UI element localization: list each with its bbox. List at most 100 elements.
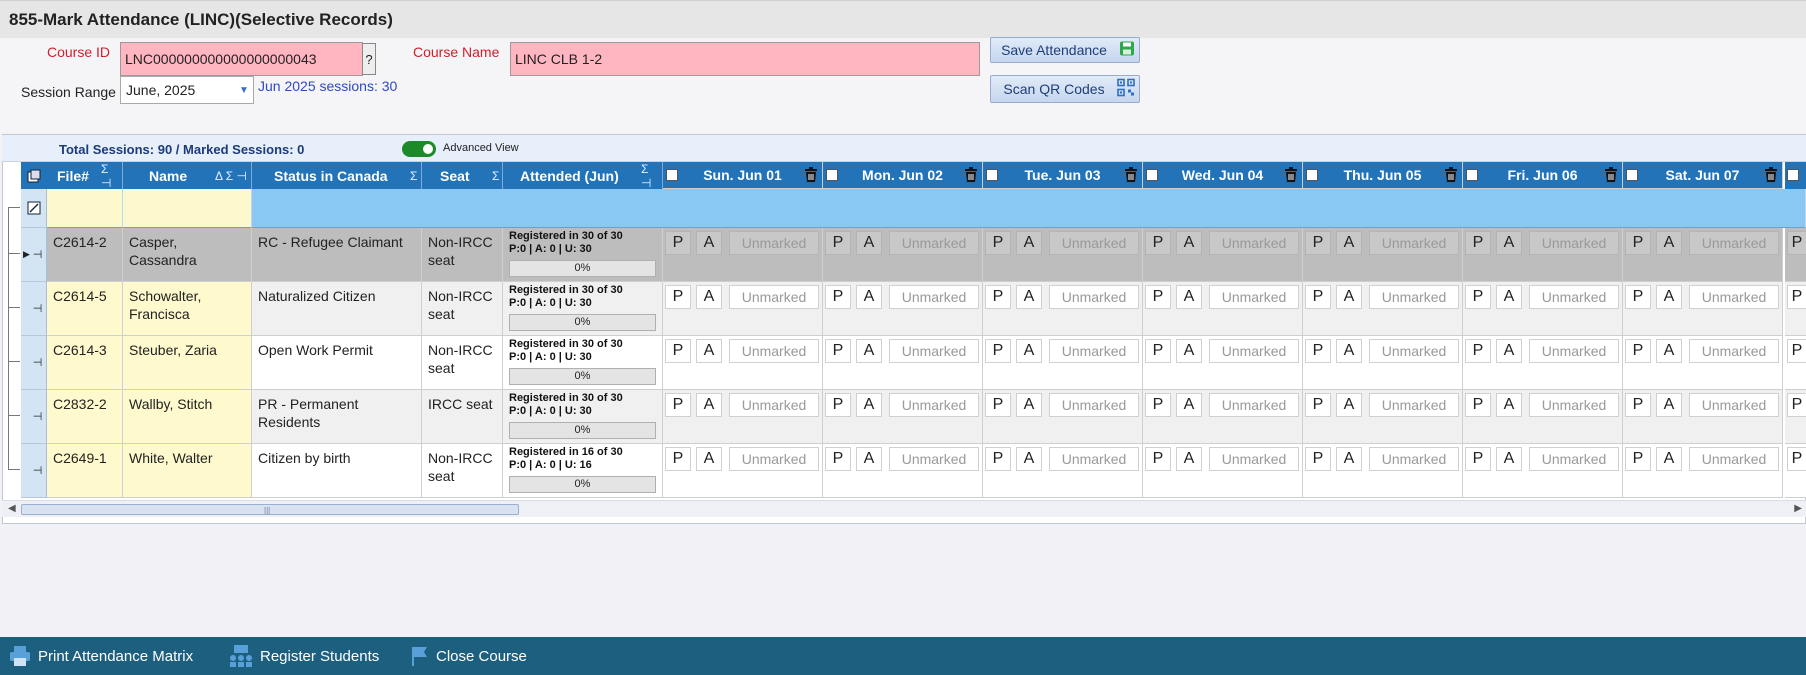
unmarked-button[interactable]: Unmarked <box>1529 339 1619 363</box>
unmarked-button[interactable]: Unmarked <box>889 285 979 309</box>
unmarked-button[interactable]: Unmarked <box>1689 393 1779 417</box>
present-button[interactable]: P <box>825 339 851 363</box>
scroll-left-icon[interactable]: ◀ <box>8 503 16 514</box>
absent-button[interactable]: A <box>1656 393 1682 417</box>
column-header-attended[interactable]: Attended (Jun) Σ ⊣ <box>503 162 663 190</box>
sigma-pin-icon[interactable]: Σ ⊣ <box>641 162 662 190</box>
column-header-next-day[interactable] <box>1785 162 1806 189</box>
trash-icon[interactable] <box>1764 167 1778 186</box>
present-button[interactable]: P <box>1787 339 1806 363</box>
trash-icon[interactable] <box>1604 167 1618 186</box>
cell-file[interactable]: C2832-2 <box>47 390 123 444</box>
column-header-seat[interactable]: Seat Σ <box>422 162 503 189</box>
row-indicator[interactable]: ⊣ <box>21 390 47 444</box>
column-header-day[interactable]: Sun. Jun 01 <box>663 162 823 189</box>
column-header-day[interactable]: Fri. Jun 06 <box>1463 162 1623 189</box>
cell-seat[interactable]: Non-IRCC seat <box>422 444 503 498</box>
present-button[interactable]: P <box>825 393 851 417</box>
cell-status[interactable]: Open Work Permit <box>252 336 422 390</box>
present-button[interactable]: P <box>1625 231 1651 255</box>
cell-name[interactable]: Steuber, Zaria <box>123 336 252 390</box>
day-select-checkbox[interactable] <box>666 169 678 181</box>
pin-icon[interactable]: ⊣ <box>33 302 43 315</box>
day-select-checkbox[interactable] <box>1146 169 1158 181</box>
filter-name[interactable] <box>123 189 252 228</box>
unmarked-button[interactable]: Unmarked <box>1209 447 1299 471</box>
day-select-checkbox[interactable] <box>1466 169 1478 181</box>
unmarked-button[interactable]: Unmarked <box>889 393 979 417</box>
present-button[interactable]: P <box>1625 393 1651 417</box>
unmarked-button[interactable]: Unmarked <box>1689 285 1779 309</box>
cell-seat[interactable]: IRCC seat <box>422 390 503 444</box>
absent-button[interactable]: A <box>1656 339 1682 363</box>
present-button[interactable]: P <box>665 339 691 363</box>
unmarked-button[interactable]: Unmarked <box>1689 231 1779 255</box>
present-button[interactable]: P <box>985 231 1011 255</box>
unmarked-button[interactable]: Unmarked <box>729 231 819 255</box>
present-button[interactable]: P <box>1465 285 1491 309</box>
course-id-field[interactable]: LNC000000000000000000043 <box>120 42 363 76</box>
chevron-down-icon[interactable]: ▼ <box>237 77 251 103</box>
unmarked-button[interactable]: Unmarked <box>1369 447 1459 471</box>
absent-button[interactable]: A <box>1336 231 1362 255</box>
absent-button[interactable]: A <box>1176 339 1202 363</box>
absent-button[interactable]: A <box>696 393 722 417</box>
present-button[interactable]: P <box>1787 447 1806 471</box>
absent-button[interactable]: A <box>696 231 722 255</box>
unmarked-button[interactable]: Unmarked <box>1369 285 1459 309</box>
absent-button[interactable]: A <box>1336 447 1362 471</box>
row-indicator[interactable]: ⊣ <box>21 282 47 336</box>
unmarked-button[interactable]: Unmarked <box>1049 447 1139 471</box>
scan-qr-codes-button[interactable]: Scan QR Codes <box>990 75 1140 103</box>
absent-button[interactable]: A <box>1336 339 1362 363</box>
sort-sigma-pin-icon[interactable]: Δ Σ ⊣ <box>215 169 247 183</box>
present-button[interactable]: P <box>985 339 1011 363</box>
sigma-pin-icon[interactable]: Σ ⊣ <box>101 162 122 190</box>
column-header-day[interactable]: Sat. Jun 07 <box>1623 162 1783 189</box>
absent-button[interactable]: A <box>1016 339 1042 363</box>
cell-status[interactable]: PR - Permanent Residents <box>252 390 422 444</box>
cell-file[interactable]: C2649-1 <box>47 444 123 498</box>
absent-button[interactable]: A <box>1656 285 1682 309</box>
day-select-checkbox[interactable] <box>826 169 838 181</box>
absent-button[interactable]: A <box>1496 285 1522 309</box>
trash-icon[interactable] <box>1124 167 1138 186</box>
cell-file[interactable]: C2614-5 <box>47 282 123 336</box>
filter-file[interactable] <box>47 189 123 228</box>
unmarked-button[interactable]: Unmarked <box>1529 231 1619 255</box>
absent-button[interactable]: A <box>856 339 882 363</box>
cell-file[interactable]: C2614-2 <box>47 228 123 282</box>
absent-button[interactable]: A <box>1016 231 1042 255</box>
absent-button[interactable]: A <box>1016 447 1042 471</box>
absent-button[interactable]: A <box>696 447 722 471</box>
pin-icon[interactable]: ⊣ <box>33 464 43 477</box>
trash-icon[interactable] <box>1284 167 1298 186</box>
row-indicator[interactable]: ⊣ <box>21 444 47 498</box>
print-attendance-matrix-button[interactable]: Print Attendance Matrix <box>8 637 193 675</box>
unmarked-button[interactable]: Unmarked <box>889 447 979 471</box>
column-header-name[interactable]: Name Δ Σ ⊣ <box>123 162 252 189</box>
cell-status[interactable]: Naturalized Citizen <box>252 282 422 336</box>
absent-button[interactable]: A <box>1016 285 1042 309</box>
day-select-checkbox[interactable] <box>986 169 998 181</box>
unmarked-button[interactable]: Unmarked <box>1049 393 1139 417</box>
absent-button[interactable]: A <box>1496 447 1522 471</box>
present-button[interactable]: P <box>1465 393 1491 417</box>
unmarked-button[interactable]: Unmarked <box>1369 339 1459 363</box>
sessions-count-link[interactable]: Jun 2025 sessions: 30 <box>258 78 397 94</box>
absent-button[interactable]: A <box>1176 285 1202 309</box>
cell-name[interactable]: White, Walter <box>123 444 252 498</box>
cell-status[interactable]: RC - Refugee Claimant <box>252 228 422 282</box>
present-button[interactable]: P <box>985 447 1011 471</box>
absent-button[interactable]: A <box>696 285 722 309</box>
pin-icon[interactable]: ⊣ <box>33 248 43 261</box>
present-button[interactable]: P <box>825 285 851 309</box>
pin-icon[interactable]: ⊣ <box>33 356 43 369</box>
present-button[interactable]: P <box>1145 231 1171 255</box>
cell-name[interactable]: Schowalter, Francisca <box>123 282 252 336</box>
present-button[interactable]: P <box>1305 339 1331 363</box>
unmarked-button[interactable]: Unmarked <box>729 339 819 363</box>
present-button[interactable]: P <box>665 447 691 471</box>
cell-seat[interactable]: Non-IRCC seat <box>422 228 503 282</box>
present-button[interactable]: P <box>1145 447 1171 471</box>
